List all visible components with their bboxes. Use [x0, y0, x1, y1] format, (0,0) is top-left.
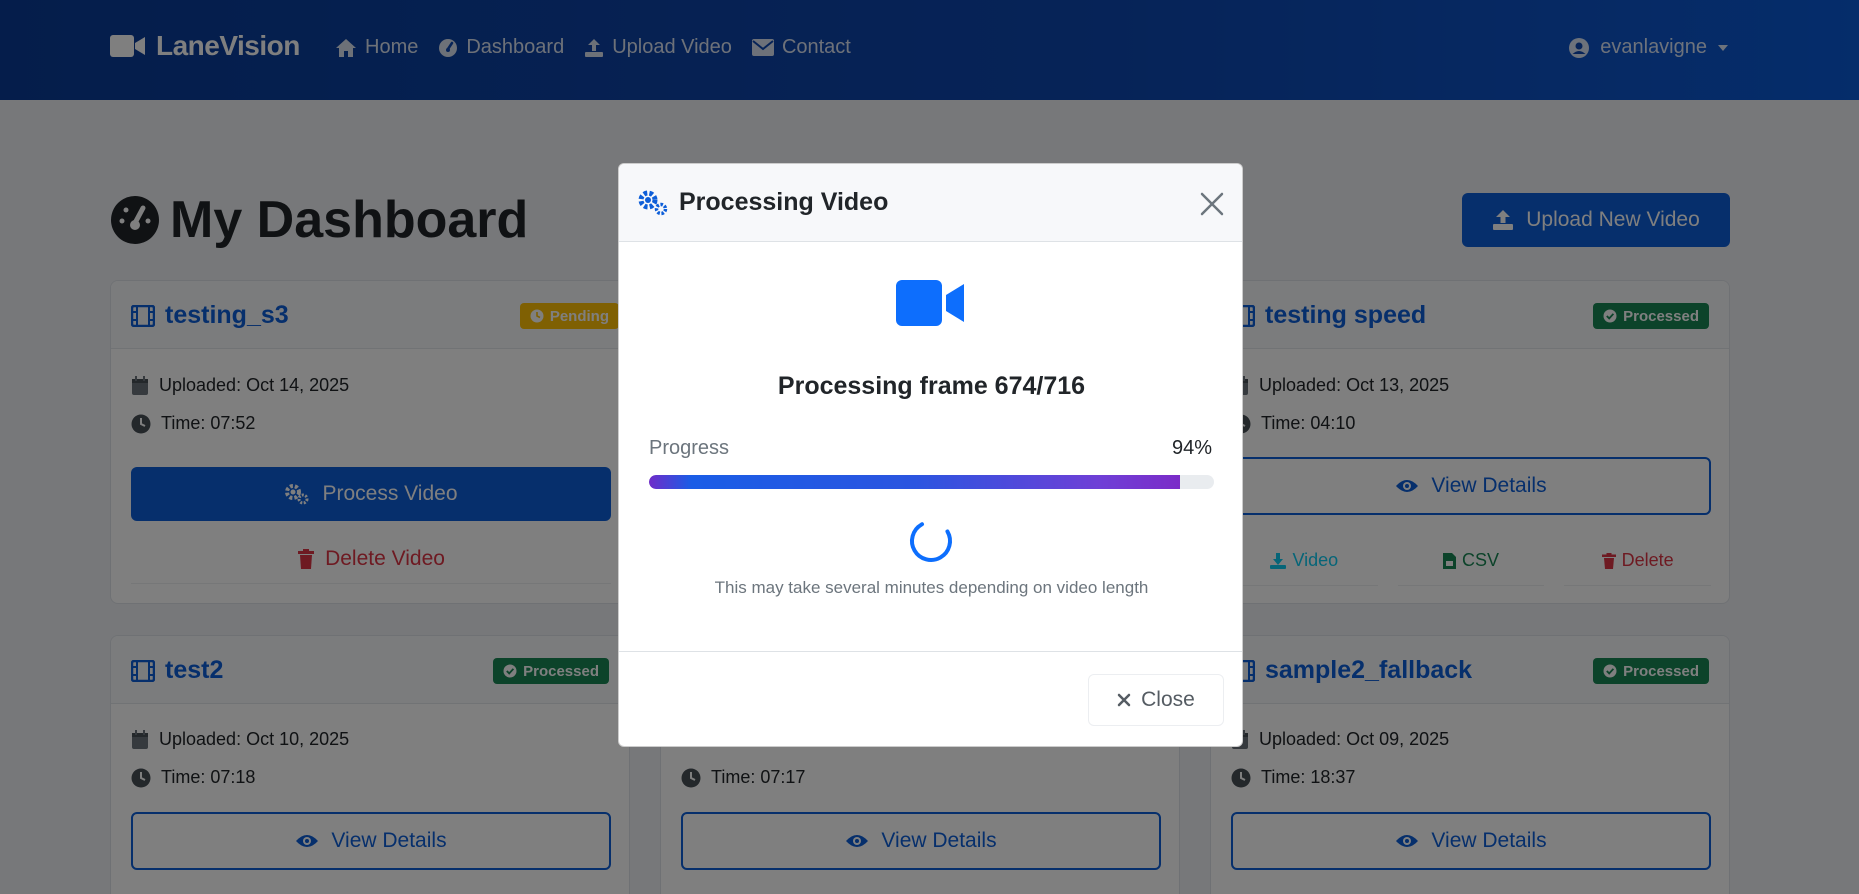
close-button-label: Close	[1141, 688, 1195, 711]
modal-title: Processing Video	[637, 188, 888, 217]
processing-status-text: Processing frame 674/716	[777, 372, 1086, 400]
modal-header: Processing Video	[619, 164, 1242, 242]
processing-modal: Processing Video Processing frame 674/71…	[618, 163, 1243, 747]
modal-footer: Close	[619, 651, 1242, 746]
close-icon[interactable]	[1196, 188, 1228, 220]
progress-bar-fill	[649, 475, 1181, 489]
loading-spinner-icon	[910, 520, 952, 562]
gears-icon	[638, 190, 668, 215]
video-camera-icon	[896, 280, 964, 326]
processing-hint: This may take several minutes depending …	[714, 578, 1149, 597]
close-button[interactable]: Close	[1088, 674, 1224, 726]
modal-title-text: Processing Video	[679, 188, 889, 216]
progress-percent: 94%	[1171, 437, 1212, 459]
close-icon	[1117, 693, 1131, 707]
progress-bar	[649, 475, 1214, 489]
progress-label: Progress	[649, 437, 730, 459]
